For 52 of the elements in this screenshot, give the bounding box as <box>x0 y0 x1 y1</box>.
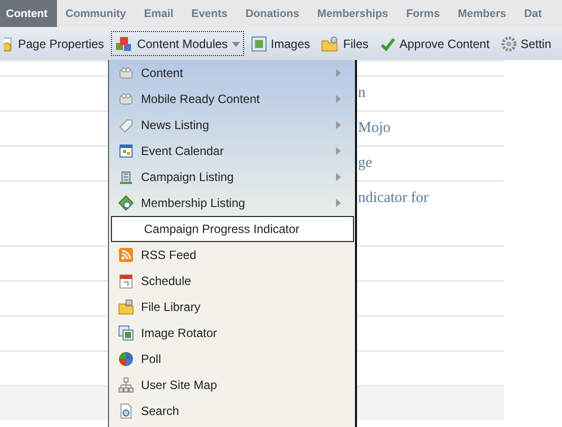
menu-item[interactable]: Mobile Ready Content <box>109 86 355 112</box>
toolbar-button[interactable]: Images <box>246 31 314 56</box>
block-icon <box>118 65 134 81</box>
blocks-icon <box>115 36 134 52</box>
folder-icon <box>321 36 340 52</box>
page-link[interactable]: n <box>358 85 366 102</box>
toolbar-button[interactable]: Approve Content <box>376 31 494 56</box>
magnifier-icon <box>118 403 134 419</box>
checkmark-icon <box>380 36 396 52</box>
block-icon <box>118 91 134 107</box>
picture-icon <box>250 36 267 52</box>
menu-item[interactable]: Search <box>109 398 355 424</box>
nav-tab[interactable]: Dat <box>515 0 551 27</box>
nav-tab[interactable]: Content <box>0 0 57 27</box>
menu-item[interactable]: Membership Listing <box>109 190 355 216</box>
nav-tab[interactable]: Memberships <box>308 0 398 27</box>
toolbar-button[interactable]: Files <box>317 31 372 56</box>
menu-item[interactable]: RSS Feed <box>109 242 355 268</box>
folder-icon <box>118 299 134 315</box>
menu-item[interactable]: Image Rotator <box>109 320 355 346</box>
badge-icon <box>118 195 134 211</box>
menu-item[interactable]: Schedule <box>109 268 355 294</box>
tag-icon <box>118 117 134 133</box>
menu-item[interactable]: Campaign Listing <box>109 164 355 190</box>
pie-chart-icon <box>118 351 134 367</box>
menu-item[interactable]: File Library <box>109 294 355 320</box>
sitemap-icon <box>118 377 134 393</box>
menu-item[interactable]: News Listing <box>109 112 355 138</box>
menu-item[interactable]: Poll <box>109 346 355 372</box>
menu-item[interactable]: User Site Map <box>109 372 355 398</box>
page-link[interactable]: ndicator for <box>358 190 428 207</box>
menu-item[interactable]: Content <box>109 60 355 86</box>
toolbar-button[interactable]: Content Modules <box>111 31 244 56</box>
toolbar-button[interactable]: Settin <box>496 31 556 56</box>
calendar-icon <box>118 143 134 159</box>
nav-tab[interactable]: Forms <box>397 0 449 27</box>
menu-item[interactable]: Event Calendar <box>109 138 355 164</box>
building-icon <box>118 169 134 185</box>
pictures-icon <box>118 325 134 341</box>
page-link[interactable]: Mojo <box>358 120 391 137</box>
nav-tab[interactable]: Members <box>448 0 516 27</box>
nav-tab[interactable]: Email <box>135 0 182 27</box>
toolbar-button[interactable]: Page Properties <box>0 31 108 56</box>
rss-icon <box>118 247 134 263</box>
page-icon <box>4 36 14 52</box>
page-link[interactable]: ge <box>358 155 372 172</box>
calendar-icon <box>118 273 134 289</box>
settings-icon <box>500 36 517 52</box>
nav-tab[interactable]: Donations <box>236 0 308 27</box>
nav-tab[interactable]: Events <box>182 0 236 27</box>
nav-tab[interactable]: Community <box>56 0 136 27</box>
menu-item[interactable]: Campaign Progress Indicator <box>111 216 354 242</box>
